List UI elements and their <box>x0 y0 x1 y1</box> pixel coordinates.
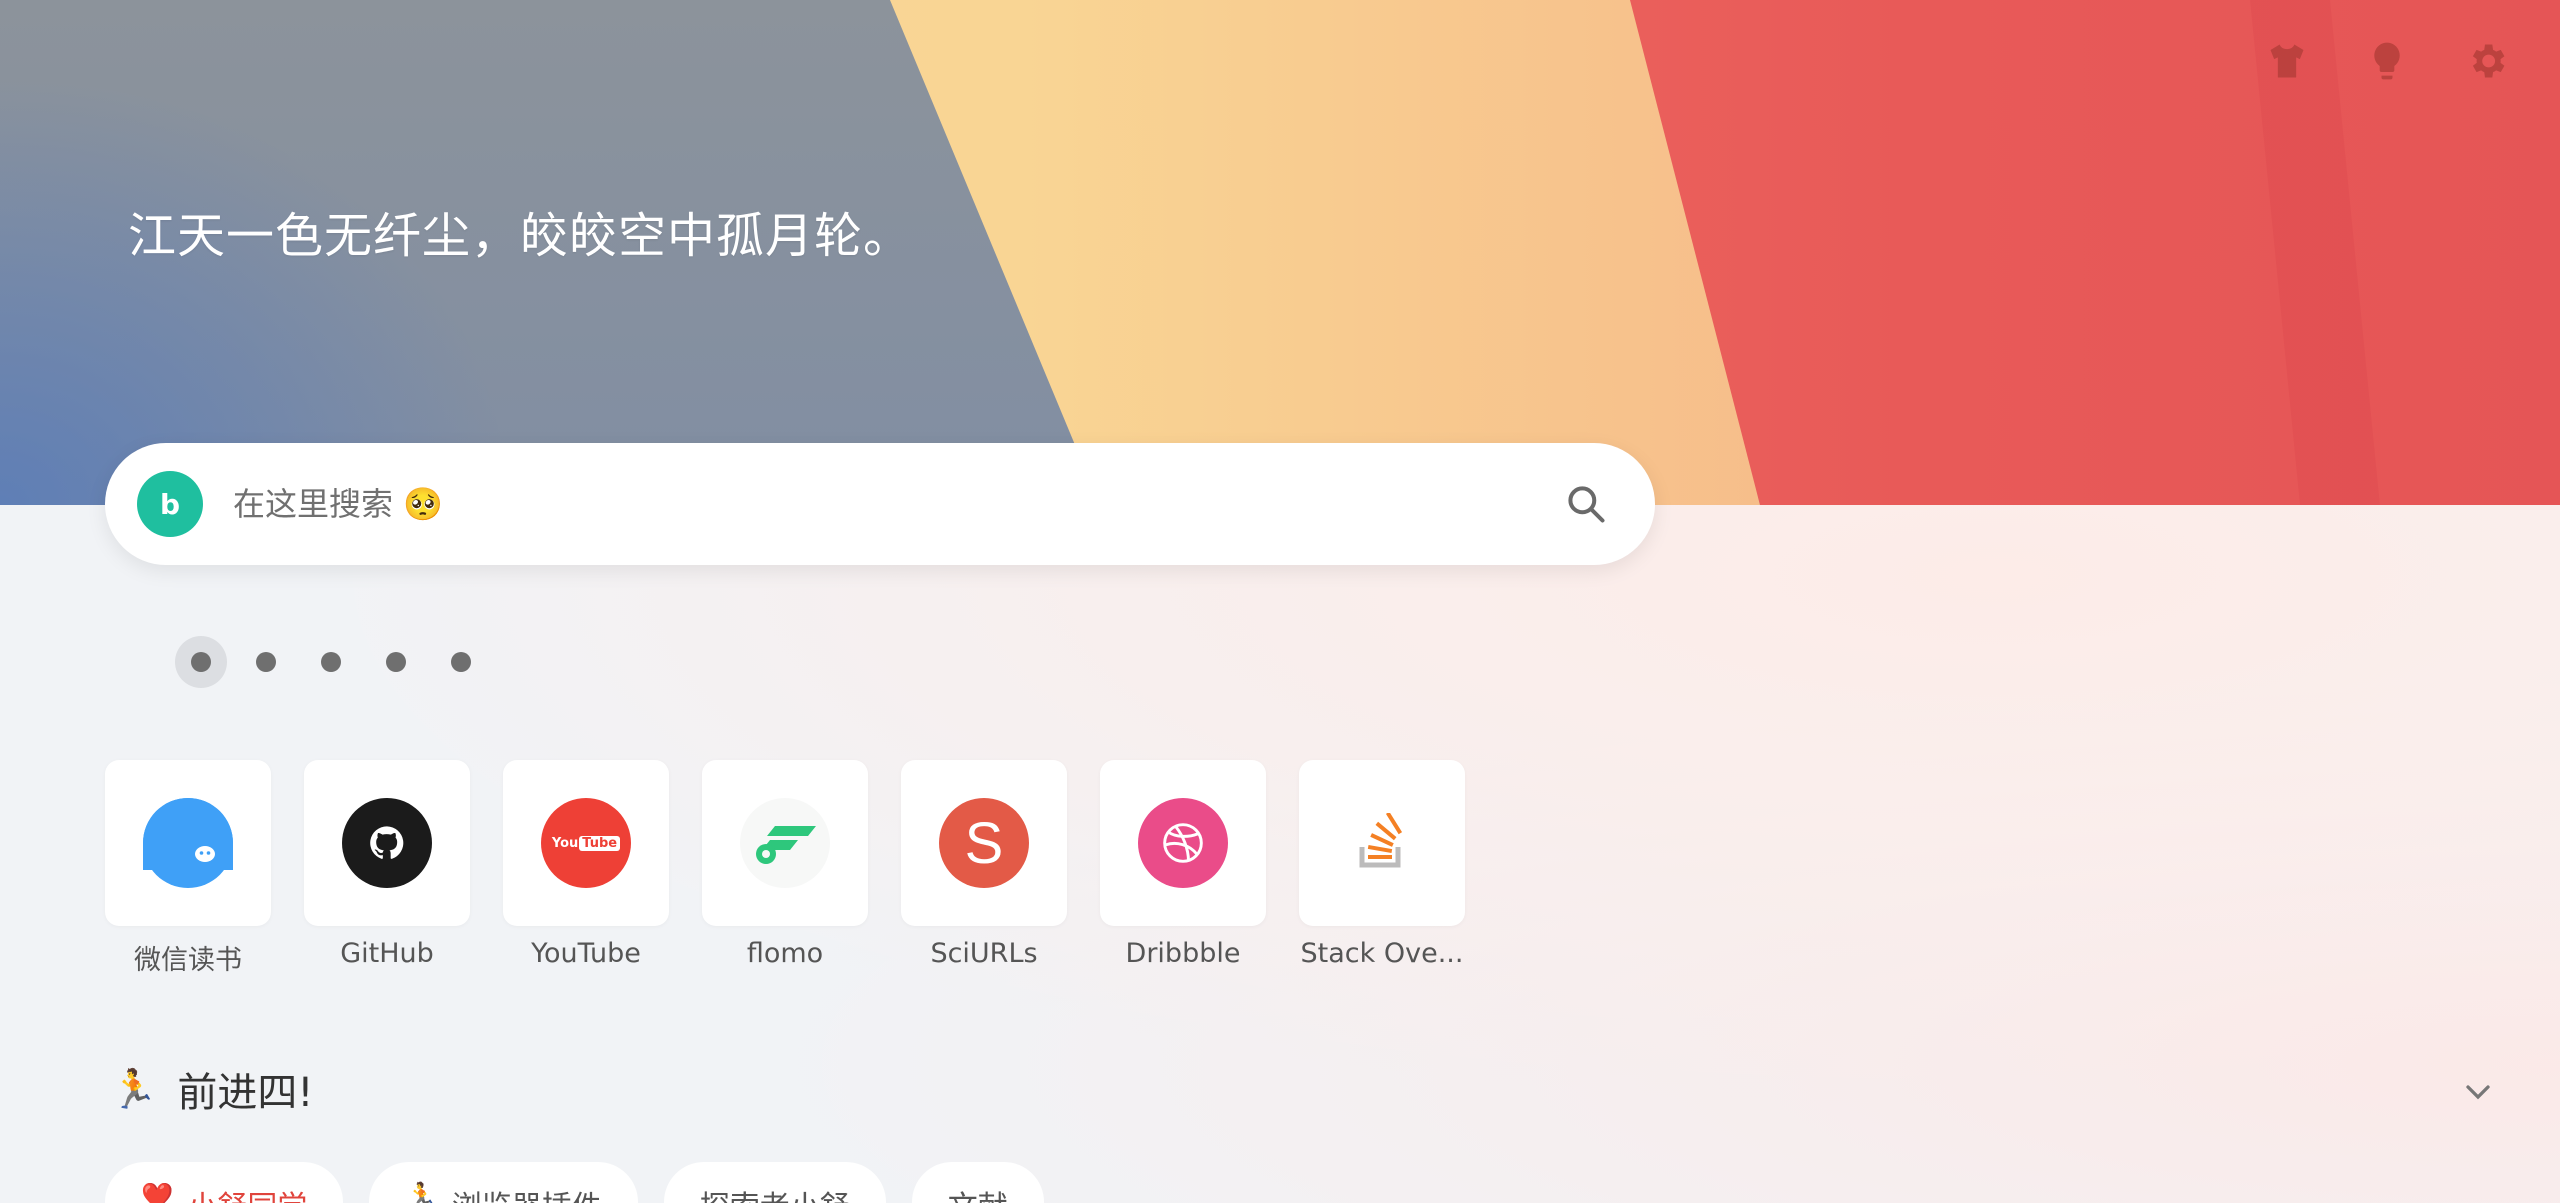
tips-button[interactable] <box>2364 38 2410 84</box>
chevron-down-icon <box>2466 1085 2490 1100</box>
shortcut-sciurls[interactable]: S SciURLs <box>901 760 1067 977</box>
shortcut-label: GitHub <box>340 938 434 969</box>
shortcut-label: 微信读书 <box>134 945 242 976</box>
gear-icon <box>2472 44 2505 78</box>
shortcut-weread[interactable]: 微信读书 <box>105 760 271 977</box>
page-dot-1[interactable] <box>175 636 227 688</box>
lightbulb-icon <box>2374 42 2400 80</box>
search-engine-letter: b <box>159 487 181 521</box>
runner-icon: 🏃 <box>110 1066 158 1111</box>
tab-label: 文献 <box>948 1182 1008 1203</box>
shortcut-label: Dribbble <box>1125 938 1241 969</box>
daily-quote: 江天一色无纤尘，皎皎空中孤月轮。 <box>128 208 913 264</box>
shortcut-grid: 微信读书 GitHub You Tube YouTube flomo S Sci… <box>105 760 1465 977</box>
shortcut-tile <box>304 760 470 926</box>
page-dot-4[interactable] <box>370 636 422 688</box>
shortcut-tile <box>1100 760 1266 926</box>
shortcut-label: Stack Ove... <box>1300 938 1464 969</box>
section-header: 🏃 前进四! <box>110 1060 313 1118</box>
tab-browser-extension[interactable]: 🏃 浏览器插件 <box>369 1162 638 1203</box>
page-indicator <box>175 636 487 688</box>
collapse-button[interactable] <box>2458 1072 2498 1112</box>
tab-literature[interactable]: 文献 <box>911 1162 1044 1203</box>
shortcut-label: flomo <box>746 938 824 969</box>
shortcut-tile: S <box>901 760 1067 926</box>
shortcut-flomo[interactable]: flomo <box>702 760 868 977</box>
tab-xiaoshu[interactable]: ❤️ 小舒同学 <box>105 1162 344 1203</box>
settings-button[interactable] <box>2464 38 2510 84</box>
search-input[interactable] <box>231 484 1485 524</box>
chat-bubble-icon <box>143 798 233 878</box>
top-toolbar <box>2264 38 2510 84</box>
search-engine-icon[interactable]: b <box>137 471 203 537</box>
page-dot <box>451 652 471 672</box>
stackoverflow-icon <box>1337 798 1427 888</box>
dribbble-icon <box>1138 798 1228 888</box>
shortcut-dribbble[interactable]: Dribbble <box>1100 760 1266 977</box>
shirt-icon <box>2270 44 2304 78</box>
youtube-icon: You Tube <box>541 798 631 888</box>
shortcut-tile: You Tube <box>503 760 669 926</box>
page-dot <box>191 652 211 672</box>
search-icon <box>1568 486 1605 523</box>
tab-label: 小舒同学 <box>187 1182 307 1203</box>
tab-explorer[interactable]: 探索者小舒 <box>663 1162 886 1203</box>
shortcut-tile <box>702 760 868 926</box>
weread-icon <box>143 798 233 888</box>
shortcut-tile <box>105 760 271 926</box>
theme-button[interactable] <box>2264 38 2310 84</box>
github-icon <box>342 798 432 888</box>
search-button[interactable] <box>1561 479 1611 529</box>
page-dot-3[interactable] <box>305 636 357 688</box>
page-dot-5[interactable] <box>435 636 487 688</box>
heart-icon: ❤️ <box>141 1182 174 1203</box>
shortcut-label: YouTube <box>531 938 641 969</box>
category-tabs: ❤️ 小舒同学 🏃 浏览器插件 探索者小舒 文献 <box>105 1162 1044 1203</box>
search-bar: b <box>105 443 1655 565</box>
shortcut-github[interactable]: GitHub <box>304 760 470 977</box>
tab-label: 探索者小舒 <box>700 1182 850 1203</box>
sciurls-icon: S <box>939 798 1029 888</box>
page-dot-2[interactable] <box>240 636 292 688</box>
runner-icon: 🏃 <box>405 1182 438 1203</box>
section-title: 前进四! <box>177 1070 314 1116</box>
shortcut-tile <box>1299 760 1465 926</box>
shortcut-label: SciURLs <box>930 938 1038 969</box>
page-dot <box>321 652 341 672</box>
shortcut-youtube[interactable]: You Tube YouTube <box>503 760 669 977</box>
page-dot <box>256 652 276 672</box>
flomo-icon <box>740 798 830 888</box>
page-dot <box>386 652 406 672</box>
tab-label: 浏览器插件 <box>452 1182 602 1203</box>
shortcut-stackoverflow[interactable]: Stack Ove... <box>1299 760 1465 977</box>
